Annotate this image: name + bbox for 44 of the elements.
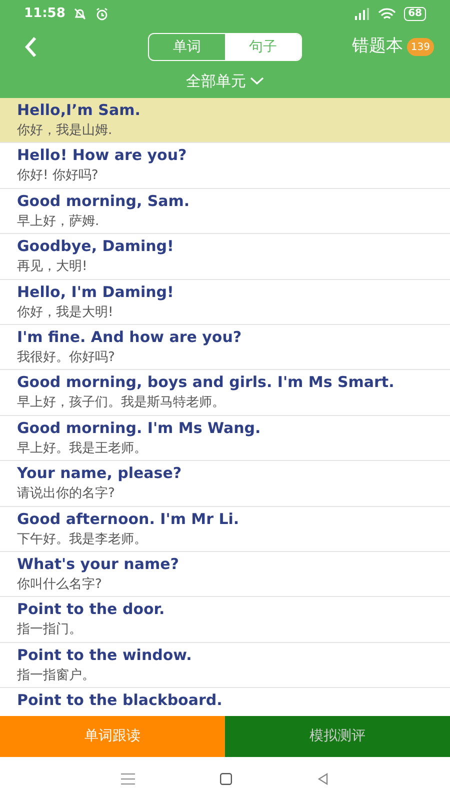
notification-off-icon — [73, 7, 88, 21]
english-sentence: Hello! How are you? — [17, 145, 187, 166]
english-sentence: Good morning. I'm Ms Wang. — [17, 418, 261, 439]
chinese-translation: 你好! 你好吗? — [17, 167, 98, 186]
alarm-icon — [95, 7, 110, 21]
sentence-row[interactable]: Hello, I'm Daming! 你好，我是大明! — [0, 280, 450, 325]
chinese-translation: 你好，我是大明! — [17, 304, 114, 322]
back-triangle-icon[interactable] — [317, 772, 329, 784]
english-sentence: Good morning, boys and girls. I'm Ms Smart. — [17, 372, 394, 394]
english-sentence: Goodbye, Daming! — [17, 236, 174, 258]
english-sentence: Point to the blackboard. — [17, 690, 222, 712]
english-sentence: Your name, please? — [17, 463, 182, 484]
chinese-translation: 请说出你的名字? — [17, 485, 115, 504]
sentence-row[interactable]: Good afternoon. I'm Mr Li. 下午好。我是李老师。 — [0, 506, 450, 552]
back-icon[interactable] — [24, 36, 38, 58]
chinese-translation: 你叫什么名字? — [17, 576, 102, 594]
english-sentence: Hello, I'm Daming! — [17, 282, 174, 303]
english-sentence: Good morning, Sam. — [17, 190, 190, 212]
chinese-translation: 再见，大明! — [17, 258, 88, 276]
english-sentence: Point to the window. — [17, 644, 192, 666]
wifi-icon — [378, 8, 396, 20]
chinese-translation: 指一指门。 — [17, 621, 82, 640]
battery-indicator: 68 — [404, 7, 426, 21]
english-sentence: I'm fine. And how are you? — [17, 326, 242, 348]
home-square-icon[interactable] — [220, 772, 232, 784]
chinese-translation: 早上好，萨姆. — [17, 212, 100, 231]
chinese-translation: 早上好，孩子们。我是斯马特老师。 — [17, 394, 225, 412]
chevron-down-icon — [250, 77, 264, 85]
chinese-translation: 早上好。我是王老师。 — [17, 440, 147, 458]
english-sentence: Point to the door. — [17, 599, 165, 620]
english-sentence: Hello,I’m Sam. — [17, 100, 140, 121]
chinese-translation: 我很好。你好吗? — [17, 348, 115, 367]
chinese-translation: 你好，我是山姆. — [17, 122, 112, 140]
chinese-translation: 下午好。我是李老师。 — [17, 530, 147, 549]
count-badge: 139 — [406, 38, 434, 56]
signal-icon — [354, 8, 370, 20]
english-sentence: What's your name? — [17, 554, 179, 575]
sentence-row[interactable]: Hello,I’m Sam. 你好，我是山姆. — [0, 98, 450, 144]
status-time: 11:58 — [24, 5, 66, 24]
sentence-row[interactable]: Point to the window. 指一指窗户。 — [0, 642, 450, 688]
english-sentence: Good afternoon. I'm Mr Li. — [17, 508, 240, 530]
menu-icon[interactable] — [121, 772, 135, 784]
sentence-row[interactable]: Good morning. I'm Ms Wang. 早上好。我是王老师。 — [0, 416, 450, 462]
chinese-translation: 指一指窗户。 — [17, 666, 95, 685]
